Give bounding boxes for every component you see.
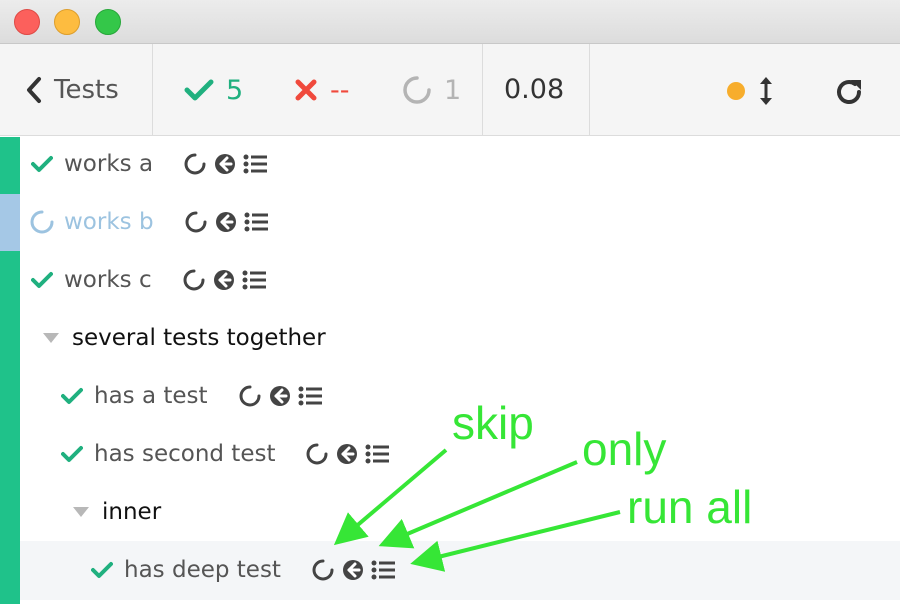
run-all-list-icon[interactable] [371, 558, 395, 582]
toolbar-divider [482, 44, 483, 136]
back-to-tests-button[interactable]: Tests [24, 72, 119, 108]
test-row[interactable]: has second test [60, 434, 390, 474]
caret-down-icon[interactable] [42, 329, 60, 347]
skip-icon[interactable] [183, 152, 207, 176]
passed-check-icon [30, 152, 54, 176]
passed-check-icon [90, 558, 114, 582]
only-arrow-icon[interactable] [341, 558, 365, 582]
suite-row[interactable]: several tests together [42, 318, 326, 358]
passed-check-icon [60, 384, 84, 408]
run-all-list-icon[interactable] [243, 152, 268, 176]
failed-stat[interactable]: -- [294, 72, 350, 108]
skip-icon[interactable] [182, 268, 206, 292]
test-controls [238, 384, 322, 408]
test-controls [311, 558, 395, 582]
cross-icon [295, 79, 317, 101]
test-row[interactable]: works b [30, 202, 268, 242]
annotation-run-all: run all [627, 481, 753, 533]
annotation-only: only [582, 423, 667, 475]
only-arrow-icon[interactable] [268, 384, 292, 408]
annotation-skip: skip [452, 397, 534, 449]
zoom-window-button[interactable] [95, 9, 121, 35]
chevron-left-icon [27, 77, 41, 103]
duration-label: 0.08 [504, 74, 565, 105]
suite-row[interactable]: inner [72, 492, 161, 532]
suite-title: inner [102, 499, 162, 525]
passed-check-icon [30, 268, 54, 292]
toolbar-divider [589, 44, 590, 136]
passed-check-icon [60, 442, 84, 466]
running-spinner-icon [30, 210, 54, 234]
close-window-button[interactable] [14, 9, 40, 35]
test-title: works c [64, 267, 152, 293]
passed-stat[interactable]: 5 [184, 72, 243, 108]
test-title: has second test [94, 441, 276, 467]
pending-stat[interactable]: 1 [402, 72, 461, 108]
spinner-icon [403, 76, 431, 104]
test-row[interactable]: works a [30, 144, 268, 184]
test-controls [184, 210, 268, 234]
test-title: works b [64, 209, 154, 235]
failed-count: -- [330, 74, 350, 106]
test-controls [305, 442, 390, 466]
test-row[interactable]: has deep test [90, 550, 395, 590]
test-controls [183, 152, 268, 176]
skip-icon[interactable] [184, 210, 208, 234]
skip-icon[interactable] [305, 442, 329, 466]
status-bar-running-segment [0, 194, 20, 251]
suite-title: several tests together [72, 325, 326, 351]
test-title: has deep test [124, 557, 281, 583]
run-all-list-icon[interactable] [244, 210, 268, 234]
only-arrow-icon[interactable] [212, 268, 236, 292]
only-arrow-icon[interactable] [213, 152, 237, 176]
skip-icon[interactable] [311, 558, 335, 582]
pending-count: 1 [444, 74, 462, 106]
toolbar-divider [152, 44, 153, 136]
test-title: has a test [94, 383, 208, 409]
only-arrow-icon[interactable] [335, 442, 359, 466]
test-title: works a [64, 151, 154, 177]
caret-down-icon[interactable] [72, 503, 90, 521]
back-label: Tests [54, 75, 119, 105]
run-all-list-icon[interactable] [365, 442, 390, 466]
checkmark-icon [184, 79, 214, 101]
minimize-window-button[interactable] [54, 9, 80, 35]
status-bar [0, 137, 20, 604]
run-all-list-icon[interactable] [242, 268, 266, 292]
expand-vertical-icon[interactable] [757, 75, 775, 107]
window-titlebar [0, 0, 900, 44]
reload-icon[interactable] [833, 76, 865, 108]
passed-count: 5 [226, 74, 244, 106]
only-arrow-icon[interactable] [214, 210, 238, 234]
test-row[interactable]: has a test [60, 376, 322, 416]
run-all-list-icon[interactable] [298, 384, 322, 408]
test-row[interactable]: works c [30, 260, 266, 300]
test-controls [182, 268, 266, 292]
skip-icon[interactable] [238, 384, 262, 408]
status-indicator-dot [727, 82, 745, 100]
